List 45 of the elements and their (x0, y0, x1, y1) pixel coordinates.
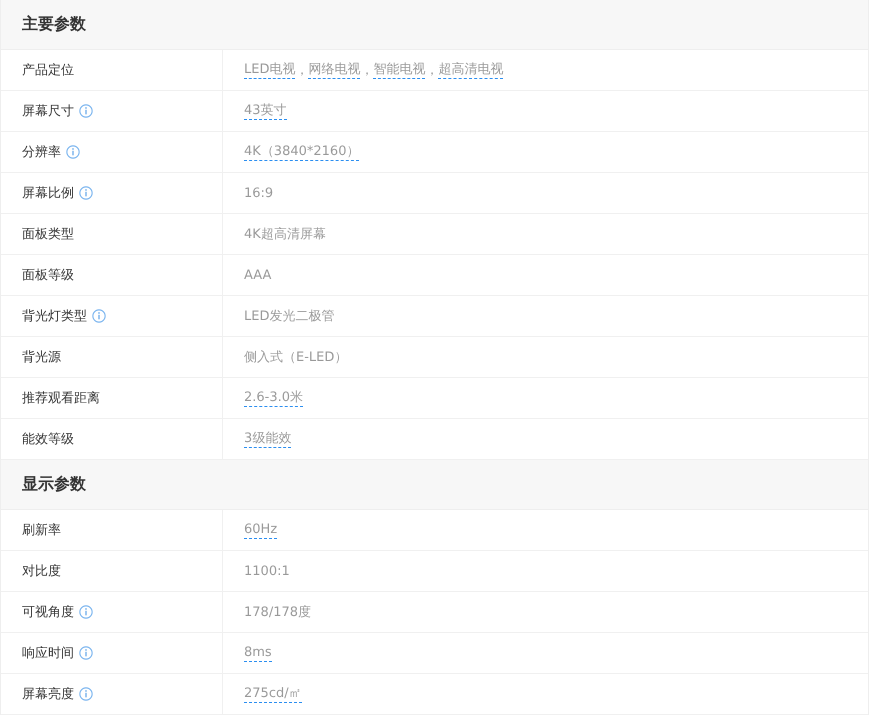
info-icon[interactable] (66, 145, 80, 159)
spec-value-link[interactable]: 智能电视 (373, 61, 426, 79)
spec-value: 4K超高清屏幕 (244, 226, 326, 243)
spec-label: 背光源 (22, 349, 61, 366)
spec-value: ， (425, 63, 438, 79)
spec-value: 1100:1 (244, 564, 290, 578)
spec-value-link[interactable]: 8ms (244, 644, 272, 662)
spec-label: 对比度 (22, 563, 61, 580)
spec-value: 16:9 (244, 186, 274, 200)
spec-label: 能效等级 (22, 431, 74, 448)
spec-label: 响应时间 (22, 645, 74, 662)
spec-label: 屏幕亮度 (22, 686, 74, 703)
info-icon[interactable] (79, 687, 93, 701)
spec-value: LED发光二极管 (244, 308, 334, 325)
spec-value: ， (360, 63, 374, 79)
spec-value-link[interactable]: 2.6-3.0米 (244, 389, 304, 407)
spec-value-link[interactable]: 43英寸 (244, 102, 287, 120)
spec-label: 面板等级 (22, 267, 74, 284)
spec-label: 屏幕比例 (22, 185, 74, 202)
spec-value: 侧入式（E-LED） (244, 349, 348, 366)
spec-label: 产品定位 (22, 62, 74, 79)
spec-label: 面板类型 (22, 226, 74, 243)
spec-value-link[interactable]: 275cd/㎡ (244, 685, 302, 703)
spec-value-link[interactable]: 4K（3840*2160） (244, 143, 360, 161)
spec-value-link[interactable]: 60Hz (244, 521, 278, 539)
spec-label: 刷新率 (22, 522, 61, 539)
info-icon[interactable] (79, 104, 93, 118)
spec-value-link[interactable]: LED电视 (244, 61, 296, 79)
spec-label: 背光灯类型 (22, 308, 87, 325)
section-title: 显示参数 (22, 474, 86, 495)
spec-label: 可视角度 (22, 604, 74, 621)
spec-value-link[interactable]: 超高清电视 (438, 61, 504, 79)
spec-value-link[interactable]: 3级能效 (244, 430, 292, 448)
spec-value: ， (295, 63, 308, 79)
spec-label: 分辨率 (22, 144, 61, 161)
info-icon[interactable] (79, 605, 93, 619)
spec-label: 屏幕尺寸 (22, 103, 74, 120)
spec-value-link[interactable]: 网络电视 (308, 61, 360, 79)
info-icon[interactable] (92, 309, 106, 323)
spec-value: 178/178度 (244, 604, 312, 621)
info-icon[interactable] (79, 646, 93, 660)
section-title: 主要参数 (22, 14, 86, 35)
spec-value: AAA (244, 268, 272, 282)
info-icon[interactable] (79, 186, 93, 200)
spec-label: 推荐观看距离 (22, 390, 100, 407)
